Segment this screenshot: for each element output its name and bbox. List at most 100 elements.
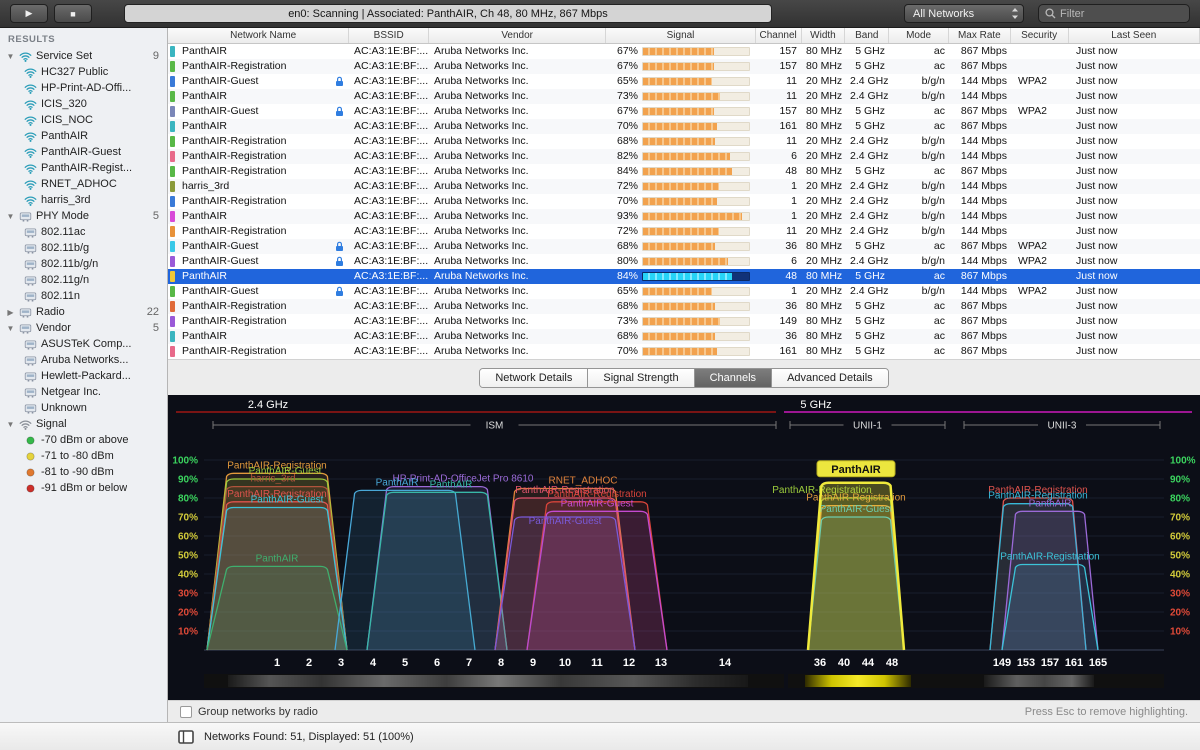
- svg-text:50%: 50%: [178, 551, 198, 562]
- sidebar-section-service-set[interactable]: ▼ Service Set 9: [0, 48, 167, 64]
- channel-cell: 36: [785, 330, 797, 342]
- sidebar-item-hc327-public[interactable]: HC327 Public: [0, 64, 167, 80]
- table-row[interactable]: PanthAIR-Registration AC:A3:1E:BF:... Arub…: [168, 224, 1200, 239]
- width-cell: 20 MHz: [806, 195, 843, 207]
- tab-channels[interactable]: Channels: [694, 368, 773, 387]
- max-rate-cell: 867 Mbps: [960, 45, 1007, 57]
- table-row[interactable]: PanthAIR-Guest AC:A3:1E:BF:... Aruba Netwo…: [168, 74, 1200, 89]
- tab-signal-strength[interactable]: Signal Strength: [588, 368, 695, 387]
- last-seen-cell: Just now: [1076, 135, 1118, 147]
- width-cell: 20 MHz: [806, 285, 843, 297]
- chevron-down-icon[interactable]: ▼: [6, 324, 15, 333]
- table-row[interactable]: PanthAIR AC:A3:1E:BF:... Aruba Networks In…: [168, 119, 1200, 134]
- sidebar-item-802-11b-g-n[interactable]: 802.11b/g/n: [0, 256, 167, 272]
- chevron-down-icon[interactable]: ▼: [6, 420, 15, 429]
- sidebar-item-91-dbm-or-below[interactable]: -91 dBm or below: [0, 480, 167, 496]
- scan-start-button[interactable]: ▶: [10, 4, 48, 23]
- table-row[interactable]: PanthAIR-Registration AC:A3:1E:BF:... Arub…: [168, 59, 1200, 74]
- table-row[interactable]: PanthAIR-Registration AC:A3:1E:BF:... Arub…: [168, 314, 1200, 329]
- column-header-band[interactable]: Band: [845, 28, 890, 43]
- table-row[interactable]: PanthAIR-Registration AC:A3:1E:BF:... Arub…: [168, 194, 1200, 209]
- column-header-channel[interactable]: Channel: [756, 28, 802, 43]
- sidebar-item-netgear-inc[interactable]: Netgear Inc.: [0, 384, 167, 400]
- table-row[interactable]: PanthAIR-Registration AC:A3:1E:BF:... Arub…: [168, 164, 1200, 179]
- max-rate-cell: 144 Mbps: [960, 150, 1007, 162]
- table-row[interactable]: PanthAIR-Registration AC:A3:1E:BF:... Arub…: [168, 299, 1200, 314]
- tab-advanced-details[interactable]: Advanced Details: [772, 368, 888, 387]
- sidebar-item-panthair-guest[interactable]: PanthAIR-Guest: [0, 144, 167, 160]
- band-cell: 5 GHz: [855, 330, 885, 342]
- sidebar-toggle-icon[interactable]: [178, 729, 194, 744]
- column-header-max-rate[interactable]: Max Rate: [949, 28, 1011, 43]
- column-header-mode[interactable]: Mode: [889, 28, 949, 43]
- sidebar-item-802-11g-n[interactable]: 802.11g/n: [0, 272, 167, 288]
- last-seen-cell: Just now: [1076, 315, 1118, 327]
- column-header-last-seen[interactable]: Last Seen: [1069, 28, 1200, 43]
- adapter-icon: [24, 371, 37, 382]
- sidebar-item-rnet-adhoc[interactable]: RNET_ADHOC: [0, 176, 167, 192]
- sidebar-item-icis-noc[interactable]: ICIS_NOC: [0, 112, 167, 128]
- sidebar-item-71-to-80-dbm[interactable]: -71 to -80 dBm: [0, 448, 167, 464]
- column-header-bssid[interactable]: BSSID: [349, 28, 430, 43]
- network-name-cell: PanthAIR-Guest: [178, 104, 350, 119]
- sidebar-item-70-dbm-or-above[interactable]: -70 dBm or above: [0, 432, 167, 448]
- sidebar-item-icis-320[interactable]: ICIS_320: [0, 96, 167, 112]
- sidebar-item-unknown[interactable]: Unknown: [0, 400, 167, 416]
- play-icon: ▶: [25, 8, 33, 18]
- sidebar-item-802-11ac[interactable]: 802.11ac: [0, 224, 167, 240]
- sidebar-item-aruba-networks[interactable]: Aruba Networks...: [0, 352, 167, 368]
- sidebar-section-vendor[interactable]: ▼ Vendor 5: [0, 320, 167, 336]
- sidebar-item-81-to-90-dbm[interactable]: -81 to -90 dBm: [0, 464, 167, 480]
- table-row[interactable]: PanthAIR AC:A3:1E:BF:... Aruba Networks In…: [168, 209, 1200, 224]
- table-row[interactable]: PanthAIR AC:A3:1E:BF:... Aruba Networks In…: [168, 329, 1200, 344]
- group-by-radio-checkbox[interactable]: [180, 705, 192, 718]
- table-row[interactable]: PanthAIR AC:A3:1E:BF:... Aruba Networks In…: [168, 89, 1200, 104]
- table-row[interactable]: PanthAIR-Guest AC:A3:1E:BF:... Aruba Netwo…: [168, 254, 1200, 269]
- table-row[interactable]: PanthAIR AC:A3:1E:BF:... Aruba Networks In…: [168, 44, 1200, 59]
- channels-chart[interactable]: 100% 100% 90% 90% 80% 80% 70% 70% 60% 60% 50% 50% 40…: [168, 395, 1200, 700]
- column-header-vendor[interactable]: Vendor: [429, 28, 607, 43]
- sidebar-item-802-11n[interactable]: 802.11n: [0, 288, 167, 304]
- mode-cell: b/g/n: [921, 180, 945, 192]
- table-header[interactable]: Network Name BSSID Vendor Signal Channel Widt…: [168, 28, 1200, 44]
- sidebar-section-signal[interactable]: ▼ Signal: [0, 416, 167, 432]
- chevron-down-icon[interactable]: ▼: [6, 52, 15, 61]
- sidebar-item-panthair-regist[interactable]: PanthAIR-Regist...: [0, 160, 167, 176]
- table-row[interactable]: PanthAIR-Guest AC:A3:1E:BF:... Aruba Netwo…: [168, 239, 1200, 254]
- sidebar-item-802-11b-g[interactable]: 802.11b/g: [0, 240, 167, 256]
- chevron-right-icon[interactable]: ▶: [6, 308, 15, 317]
- table-row[interactable]: PanthAIR AC:A3:1E:BF:... Aruba Networks In…: [168, 269, 1200, 284]
- sidebar-item-hp-print-ad-offi[interactable]: HP-Print-AD-Offi...: [0, 80, 167, 96]
- table-row[interactable]: PanthAIR-Guest AC:A3:1E:BF:... Aruba Netwo…: [168, 284, 1200, 299]
- column-header-width[interactable]: Width: [802, 28, 846, 43]
- table-row[interactable]: harris_3rd AC:A3:1E:BF:... Aruba Networks …: [168, 179, 1200, 194]
- sidebar-item-hewlett-packard[interactable]: Hewlett-Packard...: [0, 368, 167, 384]
- column-header-signal[interactable]: Signal: [606, 28, 756, 43]
- filter-field[interactable]: [1038, 4, 1190, 23]
- column-header-security[interactable]: Security: [1011, 28, 1069, 43]
- sidebar-item-harris-3rd[interactable]: harris_3rd: [0, 192, 167, 208]
- scan-stop-button[interactable]: ■: [54, 4, 92, 23]
- svg-text:8: 8: [498, 657, 504, 669]
- mode-cell: b/g/n: [921, 90, 945, 102]
- sidebar-section-phy-mode[interactable]: ▼ PHY Mode 5: [0, 208, 167, 224]
- max-rate-cell: 144 Mbps: [960, 135, 1007, 147]
- table-row[interactable]: PanthAIR-Registration AC:A3:1E:BF:... Arub…: [168, 344, 1200, 359]
- sidebar-item-asustek-comp[interactable]: ASUSTeK Comp...: [0, 336, 167, 352]
- table-row[interactable]: PanthAIR-Registration AC:A3:1E:BF:... Arub…: [168, 149, 1200, 164]
- table-row[interactable]: PanthAIR-Registration AC:A3:1E:BF:... Arub…: [168, 134, 1200, 149]
- tab-network-details[interactable]: Network Details: [480, 368, 589, 387]
- max-rate-cell: 144 Mbps: [960, 225, 1007, 237]
- detail-tabs: Network Details Signal Strength Channels Ad…: [479, 367, 889, 388]
- sidebar-item-panthair[interactable]: PanthAIR: [0, 128, 167, 144]
- chevron-down-icon[interactable]: ▼: [6, 212, 15, 221]
- network-filter-dropdown[interactable]: All Networks: [904, 4, 1024, 23]
- signal-cell: 72%: [608, 224, 758, 239]
- svg-text:14: 14: [719, 657, 732, 669]
- max-rate-cell: 867 Mbps: [960, 315, 1007, 327]
- column-header-network-name[interactable]: Network Name: [178, 28, 350, 43]
- filter-input[interactable]: [1060, 7, 1183, 20]
- network-name: PanthAIR: [182, 210, 227, 222]
- table-row[interactable]: PanthAIR-Guest AC:A3:1E:BF:... Aruba Netwo…: [168, 104, 1200, 119]
- sidebar-section-radio[interactable]: ▶ Radio 22: [0, 304, 167, 320]
